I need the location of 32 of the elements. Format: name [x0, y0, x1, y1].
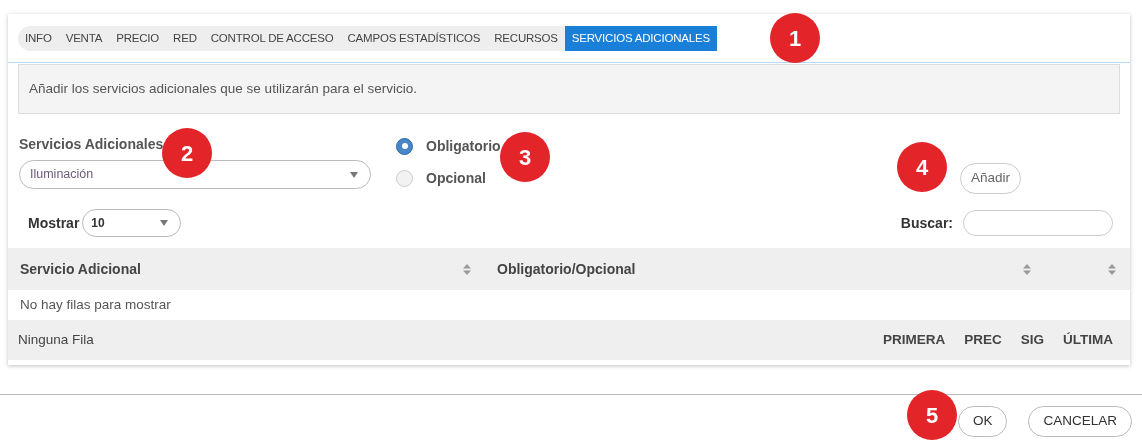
sort-icon[interactable]	[463, 263, 471, 275]
tab[interactable]: RECURSOS	[487, 26, 565, 51]
tab[interactable]: CONTROL DE ACCESO	[203, 26, 341, 51]
tab[interactable]: SERVICIOS ADICIONALES	[564, 26, 717, 51]
pagination-link[interactable]: ÚLTIMA	[1063, 329, 1113, 351]
caret-icon	[160, 220, 169, 226]
sort-icon[interactable]	[1108, 263, 1116, 275]
search-label: Buscar:	[900, 213, 953, 233]
field-label: Servicios Adicionales	[19, 136, 165, 152]
show-label: Mostrar	[28, 213, 80, 233]
column-header[interactable]: Servicio Adicional	[20, 258, 141, 280]
column-header[interactable]: Obligatorio/Opcional	[497, 258, 636, 280]
tab[interactable]: CAMPOS ESTADÍSTICOS	[340, 26, 488, 51]
search-field[interactable]	[963, 210, 1113, 236]
pagination-link[interactable]: PRIMERA	[882, 329, 946, 351]
info-text: Añadir los servicios adicionales que se utilizarán para el servicio.	[29, 79, 417, 98]
tab[interactable]: RED	[166, 26, 204, 51]
pagination-link[interactable]: PREC	[964, 329, 1002, 351]
caret-icon	[350, 171, 358, 178]
radio-button[interactable]	[396, 137, 413, 155]
callout-badge: 5	[907, 390, 957, 440]
sort-icon[interactable]	[1023, 263, 1031, 275]
dialog-button[interactable]: CANCELAR	[1028, 406, 1132, 437]
tab[interactable]: VENTA	[58, 26, 110, 51]
tab[interactable]: PRECIO	[109, 26, 167, 51]
tab[interactable]: INFO	[18, 26, 59, 51]
empty-table-message: No hay filas para mostrar	[20, 295, 171, 314]
radio-label: Obligatorio	[426, 136, 501, 156]
pagination-link[interactable]: SIG	[1020, 329, 1044, 351]
dialog-button[interactable]: OK	[957, 406, 1008, 437]
radio-label: Opcional	[426, 168, 486, 188]
row-count: Ninguna Fila	[18, 330, 94, 349]
